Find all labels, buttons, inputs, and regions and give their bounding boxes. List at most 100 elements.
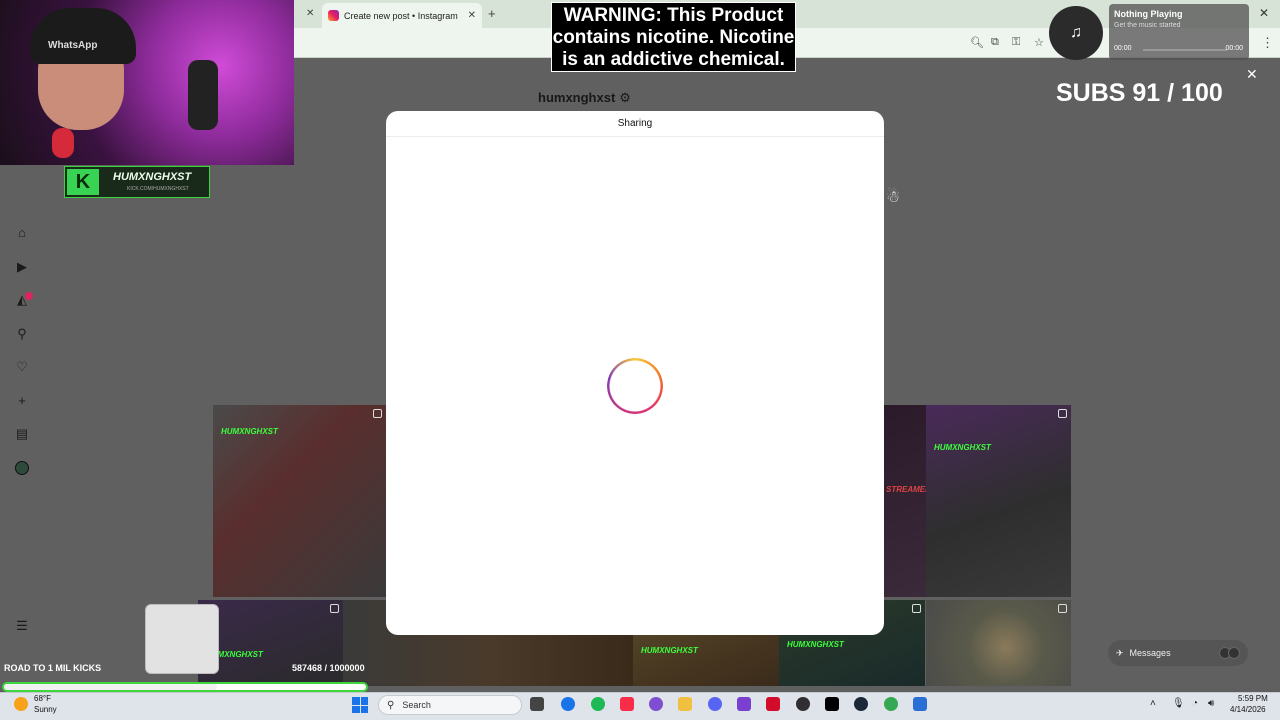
road-goal-count: 587468 / 1000000 <box>292 663 365 673</box>
clock-time[interactable]: 5:59 PM <box>1238 694 1268 703</box>
music-time-total: 00:00 <box>1225 45 1243 52</box>
music-title: Nothing Playing <box>1114 9 1183 19</box>
tor-icon[interactable] <box>649 697 663 711</box>
install-icon[interactable]: ⧉ <box>991 36 999 49</box>
subs-goal: SUBS 91 / 100 <box>1056 79 1223 107</box>
weather-sun-icon[interactable] <box>14 697 28 711</box>
dashboard-icon[interactable]: ▤ <box>14 426 30 442</box>
reel-icon <box>1058 409 1067 418</box>
notifications-heart-icon[interactable]: ♡ <box>14 359 30 375</box>
thumbnail-label: HUMXNGHXST <box>221 427 278 436</box>
spotify-icon[interactable] <box>591 697 605 711</box>
taskbar <box>0 692 1280 720</box>
post-thumbnail[interactable]: STREAMED <box>884 405 926 597</box>
ghost-icon: ☃ <box>886 189 901 206</box>
weather-temperature[interactable]: 68°F <box>34 694 51 703</box>
messages-button[interactable]: ✈ Messages <box>1108 640 1248 666</box>
post-thumbnail[interactable]: HUMXNGHXST <box>926 405 1071 597</box>
instagram-icon <box>328 10 339 21</box>
road-goal-progress-fill <box>4 684 217 690</box>
close-tab-icon[interactable]: ✕ <box>306 8 314 19</box>
notification-badge <box>25 292 33 300</box>
music-panel: Nothing Playing Get the music started 00… <box>1109 4 1249 60</box>
road-goal-progress-bar <box>2 682 368 692</box>
thumbnail-label: HUMXNGHXST <box>641 646 698 655</box>
thumbnail-label: STREAMED <box>886 485 926 494</box>
search-icon: ⚲ <box>387 699 395 711</box>
cup <box>145 604 219 674</box>
app-icon[interactable] <box>737 697 751 711</box>
reel-icon <box>1058 604 1067 613</box>
reel-icon <box>912 604 921 613</box>
microphone-tray-icon[interactable]: 🎙︎ <box>1172 698 1185 709</box>
kick-channel-badge: K HUMXNGHXST KICK.COM/HUMXNGHXST <box>64 166 210 198</box>
app-icon-2[interactable] <box>913 697 927 711</box>
message-avatars <box>1219 647 1240 659</box>
tray-overflow-icon[interactable]: ˄ <box>1150 698 1156 709</box>
road-goal-label: ROAD TO 1 MIL KICKS <box>4 663 102 673</box>
password-key-icon[interactable]: ⚿ <box>1012 36 1020 49</box>
weather-condition[interactable]: Sunny <box>34 705 57 714</box>
settings-gear-icon[interactable]: ⚙ <box>619 90 631 105</box>
kick-channel-url: KICK.COM/HUMXNGHXST <box>127 186 189 192</box>
browser-menu-button[interactable]: ⋮ <box>1261 35 1274 51</box>
modal-close-icon[interactable]: ✕ <box>1246 66 1258 83</box>
search-icon[interactable]: ⚲ <box>14 326 30 342</box>
windows-start-icon[interactable] <box>352 697 368 713</box>
post-thumbnail[interactable]: HUMXNGHXST <box>198 600 343 686</box>
chrome-profile-icon[interactable] <box>884 697 898 711</box>
kick-logo-icon: K <box>67 169 99 195</box>
profile-header: humxnghxst ⚙ <box>538 90 631 106</box>
reels-icon[interactable]: ▶ <box>14 259 30 275</box>
create-plus-icon[interactable]: + <box>14 393 30 409</box>
profile-avatar[interactable] <box>15 461 29 475</box>
chrome-icon[interactable] <box>561 697 575 711</box>
thumbnail-label: HUMXNGHXST <box>934 443 991 452</box>
opera-icon[interactable] <box>766 697 780 711</box>
more-menu-icon[interactable]: ☰ <box>14 618 30 634</box>
taskbar-search[interactable]: ⚲ Search <box>378 695 522 715</box>
bookmark-star-icon[interactable]: ☆ <box>1034 36 1044 49</box>
sharing-modal: Sharing <box>386 111 884 635</box>
modal-title: Sharing <box>386 111 884 137</box>
volume-icon[interactable]: 🔊︎ <box>1208 698 1214 709</box>
post-thumbnail[interactable]: HUMXNGHXST <box>213 405 386 597</box>
discord-icon[interactable] <box>708 697 722 711</box>
kick-channel-name: HUMXNGHXST <box>113 171 192 183</box>
search-placeholder: Search <box>402 700 431 710</box>
thumbnail-label: HUMXNGHXST <box>787 640 844 649</box>
streamer-hat <box>30 8 136 64</box>
tab-title: Create new post • Instagram <box>344 10 458 21</box>
music-progress-bar <box>1143 49 1227 51</box>
tab-instagram[interactable]: Create new post • Instagram ✕ <box>322 3 482 28</box>
heart-shirt <box>52 128 74 158</box>
screen: ✕ Create new post • Instagram ✕ + ✕ 🔍︎ ⧉… <box>0 0 1280 720</box>
webcam-feed: WhatsApp <box>0 0 294 165</box>
new-tab-button[interactable]: + <box>488 6 496 21</box>
home-icon[interactable]: ⌂ <box>14 225 30 241</box>
file-explorer-icon[interactable] <box>530 697 544 711</box>
messages-label: Messages <box>1129 648 1171 658</box>
loading-spinner-icon <box>607 358 663 414</box>
profile-username: humxnghxst <box>538 90 616 105</box>
music-time-elapsed: 00:00 <box>1114 45 1132 52</box>
apple-music-icon[interactable] <box>620 697 634 711</box>
folder-icon[interactable] <box>678 697 692 711</box>
reel-icon <box>373 409 382 418</box>
reel-icon <box>330 604 339 613</box>
obs-icon[interactable] <box>796 697 810 711</box>
hat-text: WhatsApp <box>48 40 98 51</box>
music-widget: ♫ Nothing Playing Get the music started … <box>1049 4 1249 60</box>
clock-date[interactable]: 4/14/2026 <box>1230 705 1266 714</box>
steam-icon[interactable] <box>854 697 868 711</box>
zoom-icon[interactable]: 🔍︎ <box>970 36 984 49</box>
music-note-icon: ♫ <box>1049 6 1103 60</box>
microphone <box>188 60 218 130</box>
post-thumbnail[interactable] <box>926 600 1071 686</box>
music-subtitle: Get the music started <box>1114 22 1181 29</box>
nicotine-warning: WARNING: This Product contains nicotine.… <box>551 2 796 72</box>
kick-icon[interactable] <box>825 697 839 711</box>
window-close-button[interactable]: ✕ <box>1259 6 1269 20</box>
close-tab-icon[interactable]: ✕ <box>468 10 476 21</box>
wifi-icon[interactable]: ◔ <box>1192 698 1198 709</box>
